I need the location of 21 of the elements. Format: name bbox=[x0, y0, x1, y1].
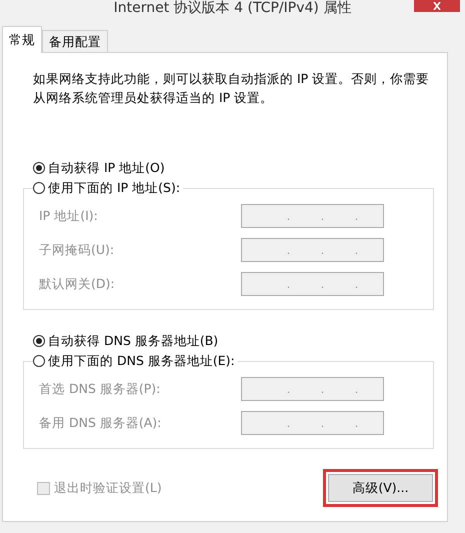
radio-button[interactable] bbox=[33, 355, 45, 367]
radio-label: 使用下面的 DNS 服务器地址(E): bbox=[48, 352, 235, 370]
radio-label: 自动获得 DNS 服务器地址(B) bbox=[48, 332, 218, 350]
radio-button[interactable] bbox=[33, 335, 45, 347]
checkbox-label: 退出时验证设置(L) bbox=[54, 480, 162, 496]
radio-label: 使用下面的 IP 地址(S): bbox=[48, 180, 180, 196]
tab[interactable]: 常规 bbox=[2, 26, 42, 53]
radio-button[interactable] bbox=[33, 182, 45, 194]
tab[interactable]: 备用配置 bbox=[42, 30, 108, 52]
field-label: 备用 DNS 服务器(A): bbox=[39, 414, 162, 432]
field-label: 子网掩码(U): bbox=[39, 242, 116, 258]
radio-button[interactable] bbox=[33, 162, 45, 174]
radio-label: 自动获得 IP 地址(O) bbox=[48, 160, 165, 176]
advanced-button[interactable]: 高级(V)... bbox=[328, 474, 433, 502]
field-label: IP 地址(I): bbox=[39, 208, 99, 224]
close-button[interactable] bbox=[414, 0, 460, 12]
description-text: 如果网络支持此功能，则可以获取自动指派的 IP 设置。否则，你需要从网络系统管理员处获得适当的 IP 设置。 bbox=[33, 70, 430, 107]
window-title: Internet 协议版本 4 (TCP/IPv4) 属性 bbox=[114, 0, 352, 17]
field-label: 首选 DNS 服务器(P): bbox=[39, 380, 162, 398]
close-icon bbox=[432, 2, 442, 10]
field-label: 默认网关(D): bbox=[39, 276, 116, 292]
